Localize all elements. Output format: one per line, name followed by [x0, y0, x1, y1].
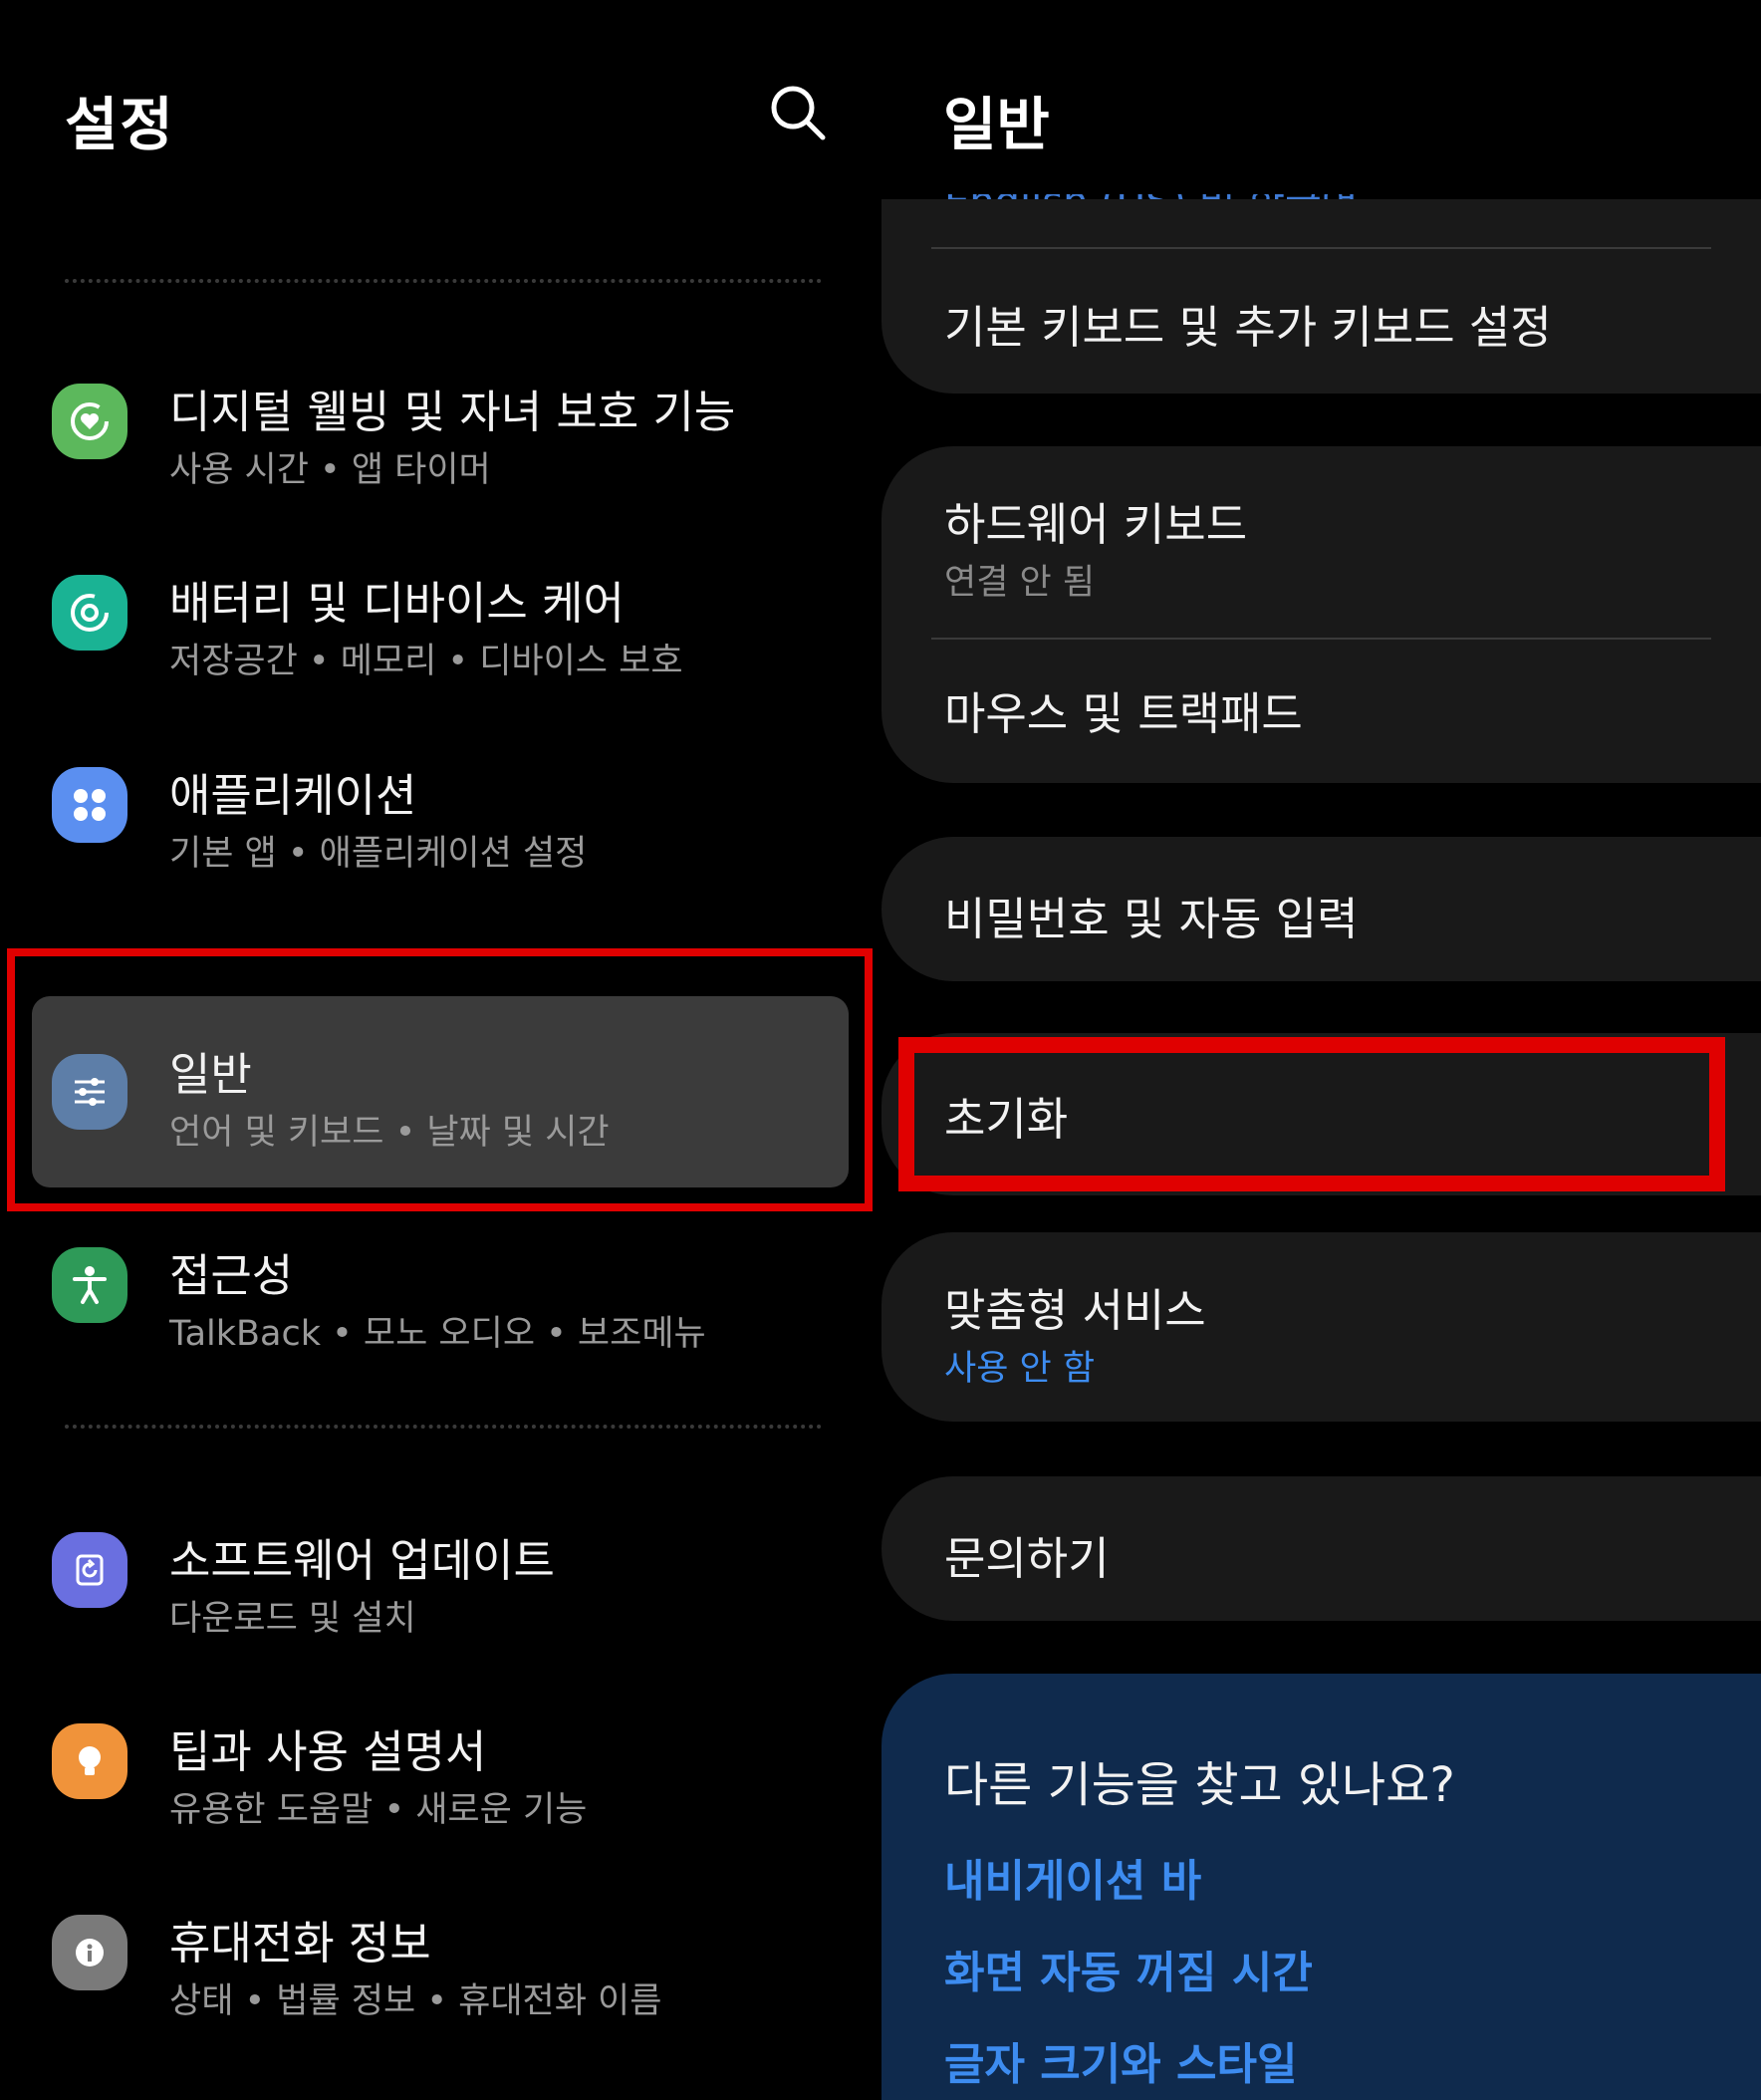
- settings-item-subtitle: 유용한 도움말 • 새로운 기능: [169, 1790, 588, 1830]
- passwords-autofill-row[interactable]: 비밀번호 및 자동 입력: [944, 883, 1359, 947]
- suggestions-card: 다른 기능을 찾고 있나요? 내비게이션 바 화면 자동 꺼짐 시간 글자 크기…: [881, 1674, 1761, 2100]
- mouse-trackpad-row[interactable]: 마우스 및 트랙패드: [944, 677, 1303, 742]
- row-title: 하드웨어 키보드: [944, 498, 1248, 551]
- settings-item-accessibility[interactable]: 접근성 TalkBack • 모노 오디오 • 보조메뉴: [40, 1207, 857, 1367]
- keyboard-settings-row[interactable]: 기본 키보드 및 추가 키보드 설정: [944, 291, 1552, 356]
- suggestions-question: 다른 기능을 찾고 있나요?: [944, 1757, 1455, 1813]
- lightbulb-icon: [52, 1723, 127, 1799]
- keyboard-settings-card: 기본 키보드 및 추가 키보드 설정: [881, 199, 1761, 394]
- settings-item-apps[interactable]: 애플리케이션 기본 앱 • 애플리케이션 설정: [40, 727, 857, 887]
- settings-item-subtitle: 기본 앱 • 애플리케이션 설정: [169, 834, 588, 874]
- customization-card: 맞춤형 서비스 사용 안 함: [881, 1232, 1761, 1422]
- settings-item-title: 접근성: [169, 1249, 294, 1302]
- accessibility-icon: [52, 1247, 127, 1323]
- panel-title: 일반: [943, 91, 1050, 158]
- settings-item-subtitle: 저장공간 • 메모리 • 디바이스 보호: [169, 642, 683, 681]
- settings-item-title: 휴대전화 정보: [169, 1917, 431, 1969]
- settings-item-about-phone[interactable]: 휴대전화 정보 상태 • 법률 정보 • 휴대전화 이름: [40, 1875, 857, 2034]
- settings-item-subtitle: 상태 • 법률 정보 • 휴대전화 이름: [169, 1981, 662, 2021]
- settings-item-title: 소프트웨어 업데이트: [169, 1534, 555, 1587]
- row-subtitle: 연결 안 됨: [944, 563, 1096, 603]
- page-title: 설정: [65, 91, 175, 158]
- search-icon: [771, 86, 826, 140]
- settings-item-subtitle: TalkBack • 모노 오디오 • 보조메뉴: [169, 1314, 706, 1354]
- settings-item-subtitle: 다운로드 및 설치: [169, 1599, 416, 1639]
- settings-item-title: 디지털 웰빙 및 자녀 보호 기능: [169, 386, 736, 438]
- settings-item-subtitle: 사용 시간 • 앱 타이머: [169, 450, 491, 490]
- suggestion-link-font-size-style[interactable]: 글자 크기와 스타일: [944, 2028, 1297, 2092]
- row-title: 맞춤형 서비스: [944, 1284, 1206, 1337]
- settings-item-digital-wellbeing[interactable]: 디지털 웰빙 및 자녀 보호 기능 사용 시간 • 앱 타이머: [40, 344, 857, 503]
- highlight-box-general: [7, 948, 873, 1211]
- digital-wellbeing-icon: [52, 384, 127, 459]
- settings-item-tips[interactable]: 팁과 사용 설명서 유용한 도움말 • 새로운 기능: [40, 1684, 857, 1843]
- device-care-icon: [52, 575, 127, 651]
- suggestion-link-navigation-bar[interactable]: 내비게이션 바: [944, 1845, 1201, 1909]
- settings-item-title: 팁과 사용 설명서: [169, 1725, 487, 1778]
- settings-item-title: 배터리 및 디바이스 케어: [169, 577, 625, 630]
- contact-us-row[interactable]: 문의하기: [944, 1522, 1110, 1587]
- highlight-box-reset: [898, 1037, 1725, 1191]
- section-divider: [65, 1425, 822, 1429]
- passwords-card: 비밀번호 및 자동 입력: [881, 837, 1761, 981]
- settings-item-device-care[interactable]: 배터리 및 디바이스 케어 저장공간 • 메모리 • 디바이스 보호: [40, 535, 857, 694]
- section-divider: [65, 279, 822, 283]
- settings-item-software-update[interactable]: 소프트웨어 업데이트 다운로드 및 설치: [40, 1492, 857, 1652]
- contact-card: 문의하기: [881, 1476, 1761, 1621]
- info-icon: [52, 1915, 127, 1990]
- suggestion-link-screen-timeout[interactable]: 화면 자동 꺼짐 시간: [944, 1937, 1313, 2000]
- search-button[interactable]: [765, 80, 835, 149]
- software-update-icon: [52, 1532, 127, 1608]
- settings-item-title: 애플리케이션: [169, 769, 417, 822]
- apps-icon: [52, 767, 127, 843]
- row-subtitle: 사용 안 함: [944, 1349, 1096, 1389]
- input-devices-card: 하드웨어 키보드 연결 안 됨 마우스 및 트랙패드: [881, 446, 1761, 783]
